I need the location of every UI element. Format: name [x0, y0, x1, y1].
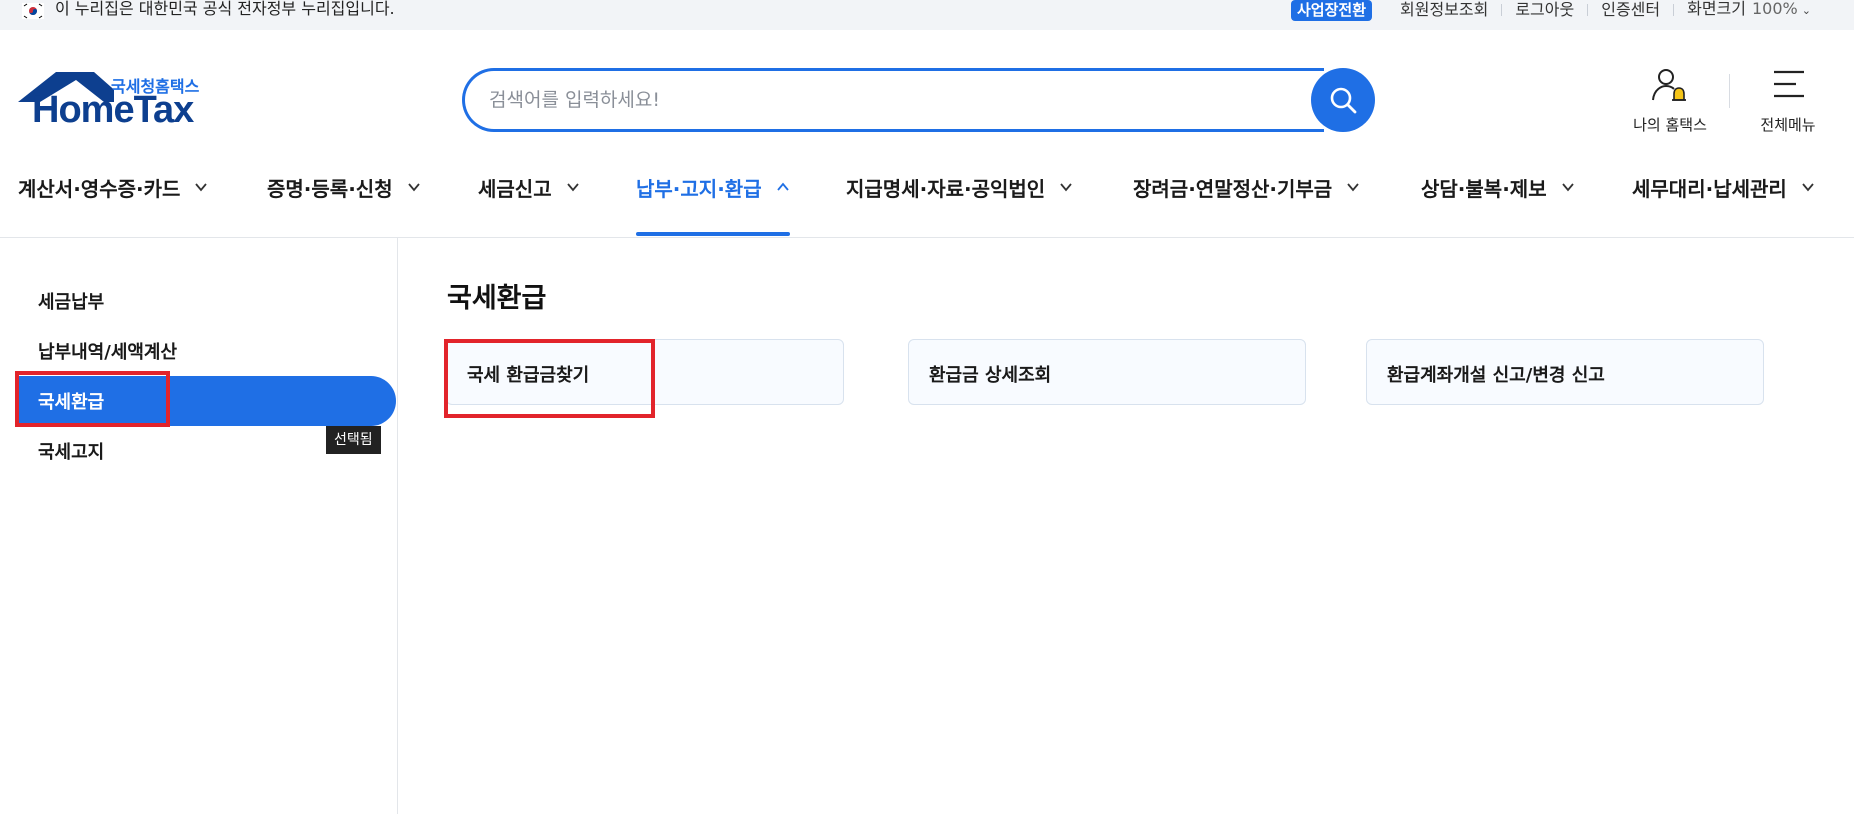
search-button[interactable]	[1311, 68, 1375, 132]
search-input[interactable]	[489, 71, 1269, 129]
lnb-item-payment-history[interactable]: 납부내역/세액계산	[38, 338, 177, 364]
global-nav: 계산서·영수증·카드 증명·등록·신청 세금신고 납부·고지·환급 지급명세·자…	[0, 160, 1854, 238]
gnb-item-label: 증명·등록·신청	[267, 176, 393, 201]
gnb-item-label: 장려금·연말정산·기부금	[1133, 176, 1333, 201]
chevron-down-icon	[566, 183, 579, 192]
member-info-link[interactable]: 회원정보조회	[1400, 1, 1488, 19]
lnb-item-tax-payment[interactable]: 세금납부	[38, 288, 104, 314]
logout-link[interactable]: 로그아웃	[1515, 1, 1574, 19]
card-label: 환급금 상세조회	[929, 365, 1052, 386]
active-tab-underline	[636, 232, 790, 236]
korea-flag-icon	[22, 3, 44, 19]
search-icon	[1330, 87, 1357, 114]
all-menu-button[interactable]: 전체메뉴	[1750, 66, 1826, 135]
card-refund-account[interactable]: 환급계좌개설 신고/변경 신고	[1366, 339, 1764, 405]
all-menu-label: 전체메뉴	[1760, 116, 1816, 134]
gnb-item-certificates[interactable]: 증명·등록·신청	[267, 172, 421, 202]
gnb-item-label: 세금신고	[478, 176, 552, 201]
divider	[1673, 4, 1675, 16]
zoom-control[interactable]: 화면크기 100% ⌄	[1687, 0, 1811, 20]
search-box	[462, 68, 1324, 132]
chevron-down-icon: ⌄	[1801, 4, 1811, 17]
selected-tooltip: 선택됨	[326, 426, 381, 454]
my-hometax-label: 나의 홈택스	[1633, 116, 1707, 134]
chevron-down-icon	[1347, 183, 1359, 192]
zoom-label: 화면크기	[1687, 0, 1746, 18]
card-label: 환급계좌개설 신고/변경 신고	[1387, 365, 1605, 386]
divider	[1729, 74, 1730, 108]
chevron-down-icon	[1802, 183, 1814, 192]
gnb-item-label: 납부·고지·환급	[636, 176, 762, 201]
page-title: 국세환급	[447, 283, 547, 314]
chevron-down-icon	[407, 183, 420, 192]
gnb-item-label: 상담·불복·제보	[1421, 176, 1547, 201]
chevron-down-icon	[195, 183, 208, 192]
gnb-item-consulting[interactable]: 상담·불복·제보	[1421, 172, 1575, 202]
chevron-down-icon	[1561, 183, 1574, 192]
utility-links: 회원정보조회 로그아웃 인증센터 화면크기 100% ⌄	[1400, 0, 1811, 20]
lnb-item-tax-notice[interactable]: 국세고지	[38, 438, 104, 464]
gov-banner: 이 누리집은 대한민국 공식 전자정부 누리집입니다. 사업장전환 회원정보조회…	[0, 0, 1854, 30]
gnb-item-incentives[interactable]: 장려금·연말정산·기부금	[1133, 172, 1360, 202]
highlight-box	[444, 339, 655, 418]
gnb-item-tax-agent[interactable]: 세무대리·납세관리	[1632, 172, 1815, 202]
switch-workplace-button[interactable]: 사업장전환	[1291, 0, 1373, 21]
gnb-item-payment[interactable]: 납부·고지·환급	[636, 172, 790, 202]
hometax-logo[interactable]: 국세청홈택스 HomeTax	[18, 70, 218, 132]
gnb-item-invoices[interactable]: 계산서·영수증·카드	[18, 172, 208, 202]
gov-banner-text: 이 누리집은 대한민국 공식 전자정부 누리집입니다.	[55, 0, 395, 18]
highlight-box	[15, 371, 170, 427]
gnb-item-tax-filing[interactable]: 세금신고	[478, 172, 580, 202]
my-hometax-button[interactable]: 나의 홈택스	[1620, 66, 1720, 135]
cert-center-link[interactable]: 인증센터	[1601, 1, 1660, 19]
gnb-item-statements[interactable]: 지급명세·자료·공익법인	[846, 172, 1073, 202]
user-bell-icon	[1652, 69, 1686, 101]
divider	[1587, 4, 1589, 16]
side-nav: 세금납부 납부내역/세액계산 국세환급 국세고지 선택됨	[0, 238, 398, 814]
chevron-down-icon	[1060, 183, 1072, 192]
divider	[1501, 4, 1503, 16]
zoom-value: 100%	[1752, 0, 1798, 18]
card-refund-detail[interactable]: 환급금 상세조회	[908, 339, 1306, 405]
gnb-item-label: 계산서·영수증·카드	[18, 176, 181, 201]
hamburger-menu-icon	[1774, 70, 1804, 98]
chevron-up-icon	[776, 182, 789, 191]
logo-en-text: HomeTax	[32, 89, 194, 131]
gnb-item-label: 세무대리·납세관리	[1632, 176, 1787, 201]
gnb-item-label: 지급명세·자료·공익법인	[846, 176, 1046, 201]
